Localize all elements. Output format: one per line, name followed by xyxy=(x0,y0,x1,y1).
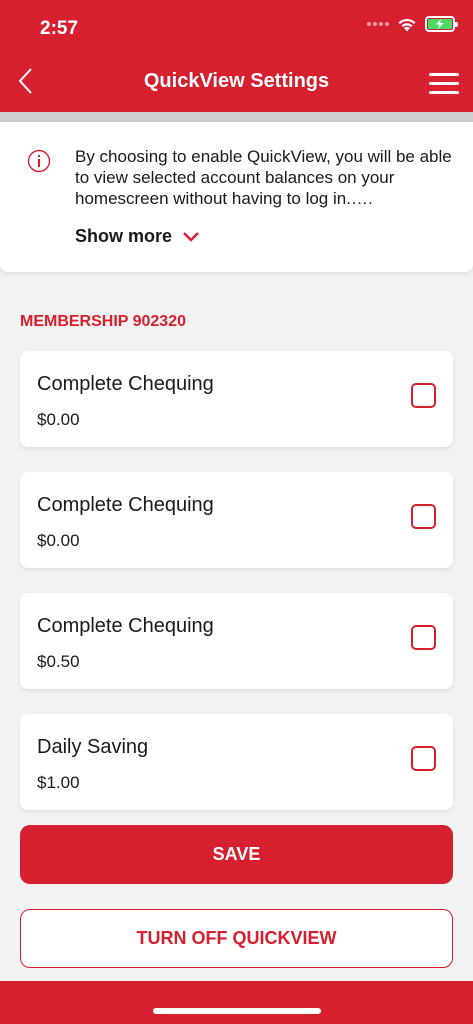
account-card[interactable]: Complete Chequing $0.00 xyxy=(20,472,453,568)
show-more-label: Show more xyxy=(75,226,173,246)
page-title: QuickView Settings xyxy=(143,70,330,92)
account-balance: $0.00 xyxy=(37,531,80,550)
header-divider xyxy=(0,112,473,122)
status-time: 2:57 xyxy=(40,18,79,39)
wifi-icon xyxy=(398,18,416,31)
status-indicators xyxy=(367,16,458,32)
menu-button[interactable] xyxy=(429,68,459,98)
account-card[interactable]: Daily Saving $1.00 xyxy=(20,714,453,810)
app-header: 2:57 QuickView Settings xyxy=(0,0,473,112)
account-checkbox[interactable] xyxy=(411,383,436,408)
account-card[interactable]: Complete Chequing $0.00 xyxy=(20,351,453,447)
chevron-down-icon xyxy=(183,231,199,242)
menu-icon xyxy=(429,72,459,76)
save-button[interactable]: SAVE xyxy=(20,825,453,884)
account-name: Daily Saving xyxy=(37,736,149,758)
account-name: Complete Chequing xyxy=(37,494,214,516)
account-balance: $1.00 xyxy=(37,773,80,792)
account-balance: $0.00 xyxy=(37,410,80,429)
account-card[interactable]: Complete Chequing $0.50 xyxy=(20,593,453,689)
turn-off-quickview-button[interactable]: TURN OFF QUICKVIEW xyxy=(20,909,453,968)
account-name: Complete Chequing xyxy=(37,373,214,395)
account-checkbox[interactable] xyxy=(411,504,436,529)
info-text: By choosing to enable QuickView, you wil… xyxy=(75,147,452,208)
account-name: Complete Chequing xyxy=(37,615,214,637)
info-card: By choosing to enable QuickView, you wil… xyxy=(0,122,473,272)
membership-heading: MEMBERSHIP 902320 xyxy=(20,313,186,330)
battery-icon xyxy=(425,16,458,32)
account-balance: $0.50 xyxy=(37,652,80,671)
home-indicator[interactable] xyxy=(153,1008,321,1014)
show-more-link[interactable]: Show more xyxy=(75,226,200,247)
account-checkbox[interactable] xyxy=(411,746,436,771)
info-icon xyxy=(27,149,51,173)
signal-icon xyxy=(367,22,389,26)
footer-bar xyxy=(0,981,473,1024)
account-checkbox[interactable] xyxy=(411,625,436,650)
